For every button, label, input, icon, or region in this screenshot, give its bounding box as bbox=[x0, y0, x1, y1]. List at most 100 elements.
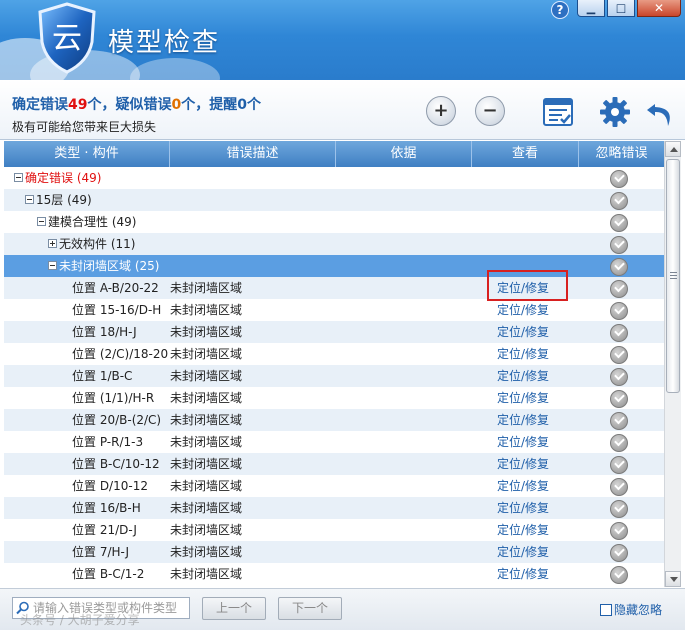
locate-repair-link[interactable]: 定位/修复 bbox=[497, 369, 549, 383]
locate-repair-link[interactable]: 定位/修复 bbox=[497, 479, 549, 493]
table-row[interactable]: 位置 (2/C)/18-20 未封闭墙区域 定位/修复 bbox=[4, 343, 664, 365]
table-row[interactable]: 位置 P-R/1-3 未封闭墙区域 定位/修复 bbox=[4, 431, 664, 453]
tree-node-row[interactable]: 确定错误 (49) bbox=[4, 167, 664, 189]
reminder-unit: 个 bbox=[246, 97, 261, 113]
ignore-check-icon[interactable] bbox=[610, 258, 628, 276]
locate-repair-cell: 定位/修复 bbox=[497, 431, 549, 453]
report-icon[interactable] bbox=[542, 96, 574, 128]
expand-toggle-icon[interactable] bbox=[48, 239, 57, 248]
ignore-check-icon[interactable] bbox=[610, 280, 628, 298]
table-row[interactable]: 位置 15-16/D-H 未封闭墙区域 定位/修复 bbox=[4, 299, 664, 321]
collapse-toggle-icon[interactable] bbox=[37, 217, 46, 226]
checkbox-box[interactable] bbox=[600, 604, 612, 616]
hide-ignored-checkbox[interactable]: 隐藏忽略 bbox=[600, 601, 662, 618]
hide-ignored-label: 隐藏忽略 bbox=[614, 603, 663, 617]
confirmed-label: 确定错误 bbox=[12, 97, 68, 113]
ignore-check-icon[interactable] bbox=[610, 192, 628, 210]
column-header-view[interactable]: 查看 bbox=[472, 141, 579, 167]
locate-repair-link[interactable]: 定位/修复 bbox=[497, 413, 549, 427]
ignore-check-icon[interactable] bbox=[610, 434, 628, 452]
confirmed-count: 49 bbox=[68, 97, 88, 113]
scroll-up-button[interactable] bbox=[665, 141, 681, 157]
collapse-toggle-icon[interactable] bbox=[48, 261, 57, 270]
ignore-check-icon[interactable] bbox=[610, 368, 628, 386]
locate-repair-link[interactable]: 定位/修复 bbox=[497, 523, 549, 537]
ignore-check-icon[interactable] bbox=[610, 170, 628, 188]
collapse-toggle-icon[interactable] bbox=[14, 173, 23, 182]
tree-node[interactable]: 未封闭墙区域 (25) bbox=[48, 255, 159, 277]
undo-arrow-icon[interactable] bbox=[645, 96, 677, 128]
table-row[interactable]: 位置 (1/1)/H-R 未封闭墙区域 定位/修复 bbox=[4, 387, 664, 409]
summary-toolbar: 确定错误49个，疑似错误0个，提醒0个 极有可能给您带来巨大损失 + − bbox=[0, 80, 685, 140]
error-desc-cell: 未封闭墙区域 bbox=[170, 369, 243, 383]
minimize-button[interactable]: ▁ bbox=[577, 0, 605, 17]
collapse-toggle-icon[interactable] bbox=[25, 195, 34, 204]
expand-all-button[interactable]: + bbox=[426, 96, 456, 126]
table-row[interactable]: 位置 16/B-H 未封闭墙区域 定位/修复 bbox=[4, 497, 664, 519]
ignore-check-icon[interactable] bbox=[610, 236, 628, 254]
ignore-check-icon[interactable] bbox=[610, 346, 628, 364]
position-cell: 位置 18/H-J bbox=[72, 325, 137, 339]
ignore-check-icon[interactable] bbox=[610, 478, 628, 496]
scroll-down-button[interactable] bbox=[665, 571, 681, 587]
column-header-type[interactable]: 类型 · 构件 bbox=[4, 141, 170, 167]
error-desc-cell: 未封闭墙区域 bbox=[170, 501, 243, 515]
locate-repair-link[interactable]: 定位/修复 bbox=[497, 325, 549, 339]
locate-repair-link[interactable]: 定位/修复 bbox=[497, 435, 549, 449]
table-row[interactable]: 位置 A-B/20-22 未封闭墙区域 定位/修复 bbox=[4, 270, 664, 301]
column-header-desc[interactable]: 错误描述 bbox=[170, 141, 336, 167]
locate-repair-link[interactable]: 定位/修复 bbox=[497, 457, 549, 471]
tree-node[interactable]: 建模合理性 (49) bbox=[37, 211, 136, 233]
locate-repair-link[interactable]: 定位/修复 bbox=[497, 567, 549, 581]
tree-node[interactable]: 确定错误 (49) bbox=[14, 167, 101, 189]
cloud-decoration bbox=[130, 58, 220, 80]
minimize-icon: ▁ bbox=[586, 1, 596, 15]
table-row[interactable]: 位置 D/10-12 未封闭墙区域 定位/修复 bbox=[4, 475, 664, 497]
ignore-check-icon[interactable] bbox=[610, 544, 628, 562]
ignore-check-icon[interactable] bbox=[610, 412, 628, 430]
ignore-check-icon[interactable] bbox=[610, 522, 628, 540]
vertical-scrollbar[interactable] bbox=[664, 141, 681, 587]
previous-button[interactable]: 上一个 bbox=[202, 597, 266, 620]
footer-bar: 上一个 下一个 隐藏忽略 头条号 / 大胡子爱分享 bbox=[0, 588, 685, 630]
ignore-check-icon[interactable] bbox=[610, 566, 628, 584]
table-row[interactable]: 位置 B-C/10-12 未封闭墙区域 定位/修复 bbox=[4, 453, 664, 475]
tree-node-row[interactable]: 15层 (49) bbox=[4, 189, 664, 211]
locate-repair-link[interactable]: 定位/修复 bbox=[497, 347, 549, 361]
collapse-all-button[interactable]: − bbox=[475, 96, 505, 126]
tree-node-row[interactable]: 建模合理性 (49) bbox=[4, 211, 664, 233]
column-header-basis[interactable]: 依据 bbox=[336, 141, 472, 167]
locate-repair-cell: 定位/修复 bbox=[497, 497, 549, 519]
svg-text:云: 云 bbox=[52, 21, 82, 56]
app-title: 模型检查 bbox=[108, 28, 221, 58]
help-icon[interactable]: ? bbox=[551, 1, 569, 19]
ignore-check-icon[interactable] bbox=[610, 390, 628, 408]
ignore-check-icon[interactable] bbox=[610, 214, 628, 232]
tree-node[interactable]: 无效构件 (11) bbox=[48, 233, 135, 255]
ignore-check-icon[interactable] bbox=[610, 324, 628, 342]
position-cell: 位置 15-16/D-H bbox=[72, 303, 162, 317]
scroll-thumb[interactable] bbox=[666, 159, 680, 393]
locate-repair-link[interactable]: 定位/修复 bbox=[497, 545, 549, 559]
ignore-check-icon[interactable] bbox=[610, 500, 628, 518]
locate-repair-link[interactable]: 定位/修复 bbox=[497, 303, 549, 317]
settings-gear-icon[interactable] bbox=[599, 96, 631, 128]
table-row[interactable]: 位置 1/B-C 未封闭墙区域 定位/修复 bbox=[4, 365, 664, 387]
table-row[interactable]: 位置 20/B-(2/C) 未封闭墙区域 定位/修复 bbox=[4, 409, 664, 431]
reminder-count: 0 bbox=[237, 97, 247, 113]
ignore-check-icon[interactable] bbox=[610, 302, 628, 320]
table-row[interactable]: 位置 18/H-J 未封闭墙区域 定位/修复 bbox=[4, 321, 664, 343]
next-button[interactable]: 下一个 bbox=[278, 597, 342, 620]
column-header-ignore[interactable]: 忽略错误 bbox=[579, 141, 664, 167]
error-desc-cell: 未封闭墙区域 bbox=[170, 567, 243, 581]
locate-repair-link[interactable]: 定位/修复 bbox=[497, 391, 549, 405]
tree-node[interactable]: 15层 (49) bbox=[25, 189, 92, 211]
table-row[interactable]: 位置 7/H-J 未封闭墙区域 定位/修复 bbox=[4, 541, 664, 563]
locate-repair-link[interactable]: 定位/修复 bbox=[497, 501, 549, 515]
close-button[interactable]: ✕ bbox=[637, 0, 681, 17]
tree-node-row[interactable]: 无效构件 (11) bbox=[4, 233, 664, 255]
table-row[interactable]: 位置 21/D-J 未封闭墙区域 定位/修复 bbox=[4, 519, 664, 541]
maximize-button[interactable]: □ bbox=[607, 0, 635, 17]
ignore-check-icon[interactable] bbox=[610, 456, 628, 474]
table-row[interactable]: 位置 B-C/1-2 未封闭墙区域 定位/修复 bbox=[4, 563, 664, 585]
